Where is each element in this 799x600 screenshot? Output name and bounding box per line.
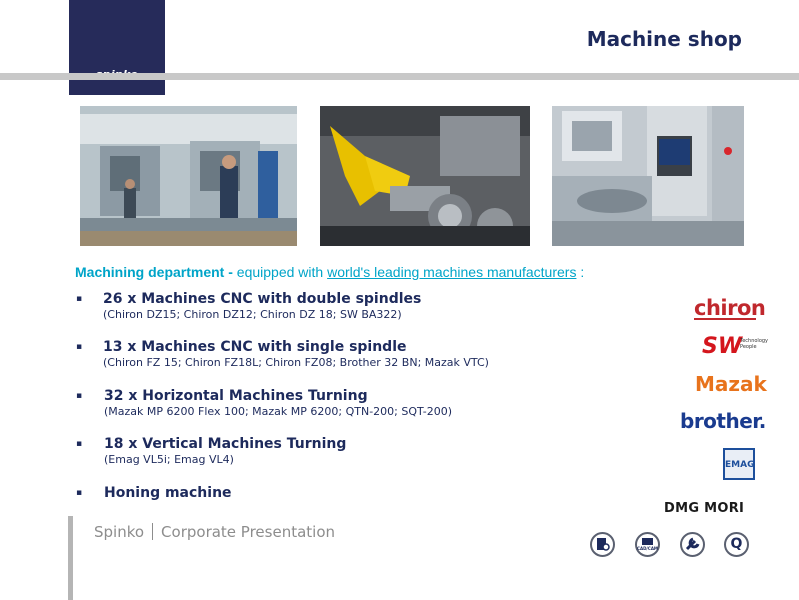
chiron-logo: chiron xyxy=(694,296,766,320)
wrench-icon[interactable] xyxy=(680,532,705,557)
emag-logo-text: EMAG xyxy=(725,460,755,470)
factory-floor-illustration xyxy=(80,106,297,246)
cad-cam-icon[interactable]: CAD/CAM xyxy=(635,532,660,557)
bullet: ▪ xyxy=(76,342,83,352)
dmg-mori-logo: DMG MORI xyxy=(664,497,744,516)
mazak-logo: Mazak xyxy=(695,372,767,396)
document-gear-icon-inner xyxy=(595,537,610,552)
item-heading: 26 x Machines CNC with double spindles xyxy=(103,291,422,307)
chiron-logo-text: chiron xyxy=(694,296,766,320)
footer-accent-bar xyxy=(68,516,73,600)
robot-arm-photo xyxy=(320,106,530,246)
equipped-text: equipped with xyxy=(236,264,324,280)
item-detail: (Chiron DZ15; Chiron DZ12; Chiron DZ 18;… xyxy=(103,308,402,321)
department-label: Machining department - xyxy=(75,264,233,280)
quality-icon[interactable]: Q xyxy=(724,532,749,557)
intro-suffix: : xyxy=(580,264,585,280)
manufacturers-link[interactable]: world's leading machines manufacturers xyxy=(327,264,576,280)
mazak-logo-text: Mazak xyxy=(695,372,767,396)
brother-logo-text: brother. xyxy=(680,409,766,433)
cnc-machine-illustration xyxy=(552,106,744,246)
item-detail: (Chiron FZ 15; Chiron FZ18L; Chiron FZ08… xyxy=(103,356,489,369)
footer-text: Spinko Corporate Presentation xyxy=(94,523,335,541)
quality-label: Q xyxy=(730,536,743,552)
brother-logo: brother. xyxy=(680,409,766,433)
header-divider xyxy=(0,73,799,80)
cad-cam-label: CAD/CAM xyxy=(637,546,658,551)
bullet: ▪ xyxy=(76,488,83,498)
footer-subtitle: Corporate Presentation xyxy=(161,523,336,541)
footer-separator xyxy=(152,523,154,540)
item-heading: 18 x Vertical Machines Turning xyxy=(104,436,347,452)
footer-company: Spinko xyxy=(94,523,145,541)
bullet: ▪ xyxy=(76,391,83,401)
factory-floor-photo xyxy=(80,106,297,246)
logo-box: -spinko- xyxy=(69,0,165,95)
robot-arm-illustration xyxy=(320,106,530,246)
bullet: ▪ xyxy=(76,294,83,304)
item-heading: 32 x Horizontal Machines Turning xyxy=(104,388,368,404)
emag-logo: EMAG xyxy=(723,448,755,480)
item-detail: (Mazak MP 6200 Flex 100; Mazak MP 6200; … xyxy=(104,405,452,418)
sw-logo: SW Technology People xyxy=(702,334,768,359)
cnc-machine-photo xyxy=(552,106,744,246)
sw-logo-subtext: Technology People xyxy=(740,338,769,350)
item-heading: Honing machine xyxy=(104,485,232,501)
item-heading: 13 x Machines CNC with single spindle xyxy=(103,339,407,355)
department-intro: Machining department - equipped with wor… xyxy=(75,264,584,280)
page-title: Machine shop xyxy=(586,27,742,51)
bullet: ▪ xyxy=(76,439,83,449)
dmg-mori-logo-text: DMG MORI xyxy=(664,501,745,516)
document-gear-icon[interactable] xyxy=(590,532,615,557)
sw-logo-text: SW xyxy=(702,334,743,359)
item-detail: (Emag VL5i; Emag VL4) xyxy=(104,453,234,466)
